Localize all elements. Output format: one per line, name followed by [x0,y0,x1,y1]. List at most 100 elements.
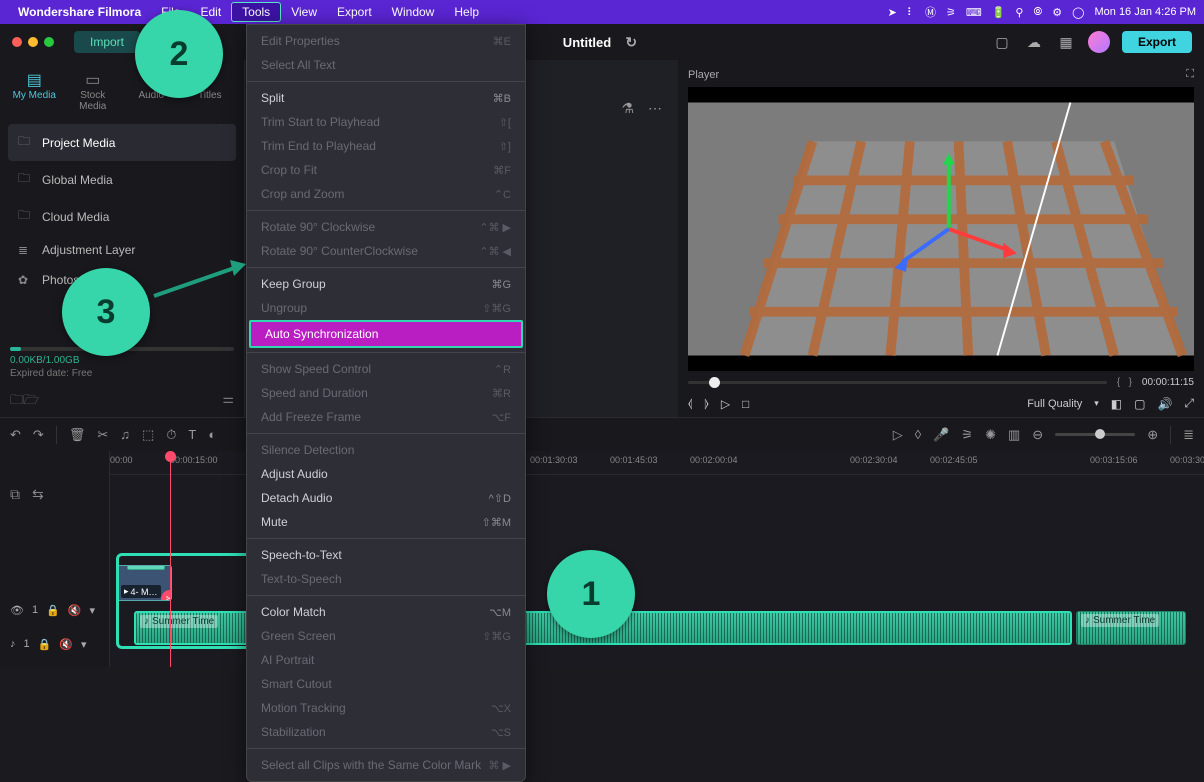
note-icon[interactable]: ♪ [10,638,16,650]
menu-item-split[interactable]: Split⌘B [247,86,525,110]
prev-frame-icon[interactable]: ⦉ [688,396,692,411]
more-icon[interactable]: ⋯ [648,100,662,117]
crop-icon[interactable]: ⬚ [142,427,154,443]
sidebar-item-cloud-media[interactable]: 🗀Cloud Media [8,198,236,235]
timeline-link-icon[interactable]: ⇆ [32,486,44,503]
tab-my-media[interactable]: ▤My Media [8,68,61,112]
play-icon[interactable]: ▷ [721,397,730,411]
text-icon[interactable]: T [188,427,196,442]
player-panel: Player ⛶ [678,60,1204,417]
window-controls[interactable] [12,37,54,47]
menu-item-auto-synchronization[interactable]: Auto Synchronization [249,320,523,348]
delete-icon[interactable]: 🗑 [69,427,86,443]
menu-item-stabilization: Stabilization⌥S [247,720,525,744]
malware-icon[interactable]: Ⓜ [925,4,936,20]
quality-select[interactable]: Full Quality [1027,398,1082,410]
menu-item-keep-group[interactable]: Keep Group⌘G [247,272,525,296]
list-icon[interactable]: ≣ [1183,427,1194,443]
timeline-collapse-icon[interactable]: ⧉ [10,486,20,503]
video-clip[interactable]: ▸4- M… ✂ [116,565,172,601]
speed-icon[interactable]: ⏱ [166,427,176,443]
marker-icon[interactable]: ◧ [1111,397,1122,411]
control-center-icon[interactable]: ⚙ [1052,6,1062,19]
seek-bar[interactable] [688,381,1107,384]
next-frame-icon[interactable]: ⦊ [704,396,708,411]
mixer-icon[interactable]: ⚞ [961,427,973,443]
zoom-out-icon[interactable]: ⊖ [1032,427,1043,443]
annotation-arrow [150,260,250,300]
menu-item-mute[interactable]: Mute⇧⌘M [247,510,525,534]
mute-icon[interactable]: 🔇 [59,638,73,651]
bluetooth-icon[interactable]: ⚞ [946,6,956,19]
siri-icon[interactable]: ◯ [1072,6,1084,19]
menu-item-detach-audio[interactable]: Detach Audio^⇧D [247,486,525,510]
music-icon[interactable]: ♫ [120,427,130,442]
tab-stock-media[interactable]: ▭Stock Media [67,68,120,112]
undo-icon[interactable]: ↶ [10,427,21,443]
marker-tl-icon[interactable]: ◊ [915,427,921,442]
search-icon[interactable]: ⦾ [1033,6,1042,19]
snapshot-icon[interactable]: ⛶ [1186,68,1194,81]
clock[interactable]: Mon 16 Jan 4:26 PM [1094,6,1196,18]
menu-export[interactable]: Export [327,3,382,21]
volume-icon[interactable]: 🔊 [1157,397,1172,411]
stop-icon[interactable]: □ [742,397,749,411]
playhead[interactable] [170,451,171,667]
export-button[interactable]: Export [1122,31,1192,53]
mic-icon[interactable]: 🎤 [933,427,949,443]
audio-track-header[interactable]: ♪ 1 🔒 🔇 ▾ [0,627,109,661]
location-icon[interactable]: ➤ [888,6,897,19]
chevron-down-icon[interactable]: ▾ [1094,398,1099,409]
play-tl-icon[interactable]: ▷ [893,427,903,443]
timeline-toolbar: ↶ ↷ 🗑 ✂ ♫ ⬚ ⏱ T ◐ ▷ ◊ 🎤 ⚞ ✺ ▥ ⊖ ⊕ ≣ [0,417,1204,451]
render-icon[interactable]: ▥ [1008,427,1020,443]
keyboard-icon[interactable]: ⌨ [966,6,982,19]
menu-item-crop-to-fit: Crop to Fit⌘F [247,158,525,182]
track-menu-icon[interactable]: ▾ [81,638,87,651]
menu-item-trim-start-to-playhead: Trim Start to Playhead⇧[ [247,110,525,134]
reload-icon[interactable]: ↻ [621,32,641,52]
wifi-icon[interactable]: ⚲ [1015,6,1023,19]
menu-tools[interactable]: Tools [231,2,281,22]
mute-icon[interactable]: 🔇 [68,604,82,617]
audio-clip-2[interactable]: ♪Summer Time [1076,611,1186,645]
track-menu-icon[interactable]: ▾ [90,604,96,617]
sidebar-item-project-media[interactable]: 🗀Project Media [8,124,236,161]
menu-item-speech-to-text[interactable]: Speech-to-Text [247,543,525,567]
device-icon[interactable]: ▢ [992,32,1012,52]
color-icon[interactable]: ◐ [208,427,216,442]
sidebar-item-global-media[interactable]: 🗀Global Media [8,161,236,198]
menu-item-adjust-audio[interactable]: Adjust Audio [247,462,525,486]
redo-icon[interactable]: ↷ [33,427,44,443]
menu-item-ungroup: Ungroup⇧⌘G [247,296,525,320]
link-folder-icon[interactable]: 🗁 [23,391,39,413]
lock-icon[interactable]: 🔒 [46,604,60,617]
split-icon[interactable]: ✂ [97,427,108,443]
project-title: Untitled [563,35,611,50]
share-icon[interactable]: ⠇ [907,6,915,19]
fullscreen-icon[interactable]: ⤢ [1184,396,1194,411]
menu-item-color-match[interactable]: Color Match⌥M [247,600,525,624]
filter-icon[interactable]: ⚗ [621,100,634,117]
auto-icon[interactable]: ✺ [985,427,996,443]
video-track-header[interactable]: 👁 1 🔒 🔇 ▾ [0,593,109,627]
eye-icon[interactable]: 👁 [10,604,24,617]
menu-help[interactable]: Help [444,3,489,21]
menu-item-silence-detection: Silence Detection [247,438,525,462]
expired-text: Expired date: Free [10,368,234,379]
menu-view[interactable]: View [281,3,327,21]
cloud-icon[interactable]: ☁ [1024,32,1044,52]
capture-icon[interactable]: ▢ [1134,397,1145,411]
lock-icon[interactable]: 🔒 [38,638,52,651]
zoom-in-icon[interactable]: ⊕ [1147,427,1158,443]
menu-window[interactable]: Window [382,3,445,21]
battery-icon[interactable]: 🔋 [992,6,1006,19]
new-folder-icon[interactable]: 🗀 [10,391,23,413]
zoom-slider[interactable] [1055,433,1135,436]
video-preview[interactable] [688,87,1194,371]
avatar[interactable] [1088,31,1110,53]
settings-slider-icon[interactable]: ⚌ [222,391,234,413]
import-button[interactable]: Import [74,31,140,53]
grid-icon[interactable]: ▦ [1056,32,1076,52]
folder-icon: 🗀 [18,169,32,190]
